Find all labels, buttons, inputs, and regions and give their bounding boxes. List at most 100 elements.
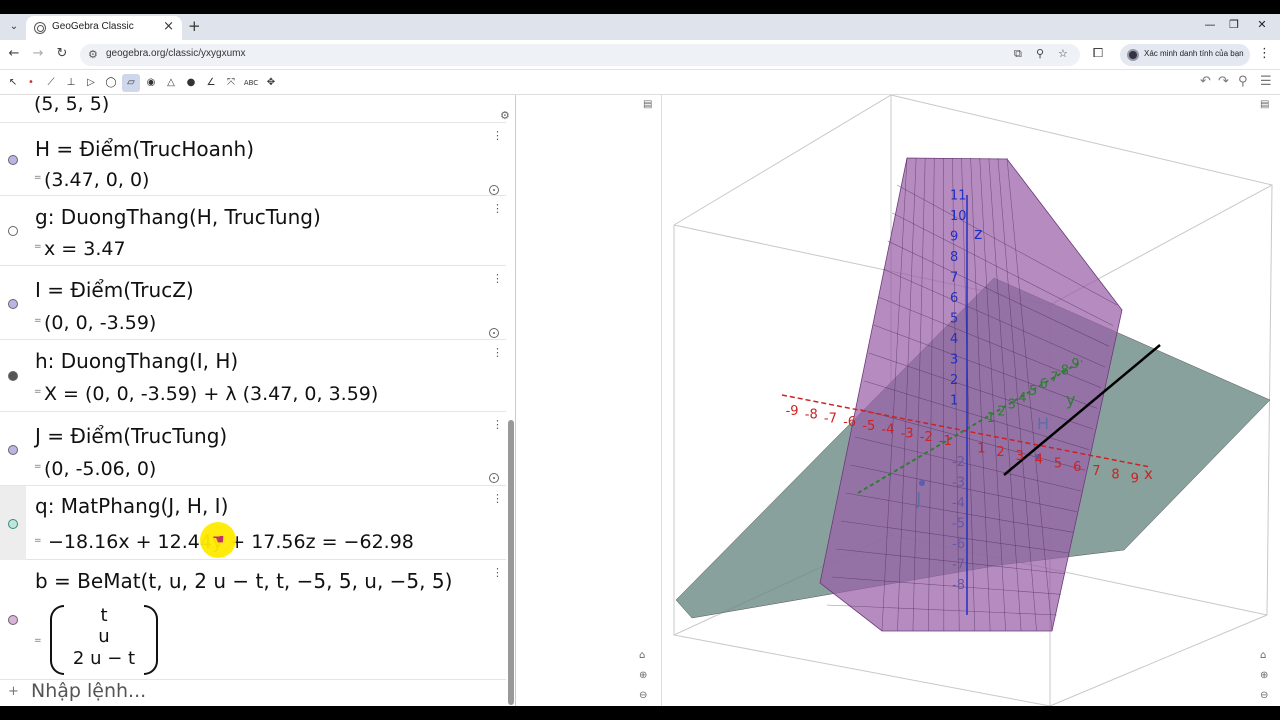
home-icon[interactable]: ⌂ <box>639 650 645 661</box>
tab-close-icon[interactable]: × <box>163 19 174 34</box>
profile-avatar-icon <box>1127 49 1139 61</box>
visibility-marble[interactable] <box>8 519 18 529</box>
undo-icon[interactable]: ↶ <box>1200 74 1211 89</box>
browser-menu-icon[interactable]: ⋮ <box>1258 46 1271 61</box>
x-tick-label: 6 <box>1073 460 1081 475</box>
algebra-item-H[interactable]: H = Điểm(TrucHoanh) = (3.47, 0, 0) ⋮ <box>0 123 506 196</box>
y-tick-label: 8 <box>1061 364 1069 379</box>
graphics3d-style-icon[interactable]: ▤ <box>1260 99 1269 110</box>
polygon-tool-icon[interactable]: ▷ <box>82 74 100 92</box>
input-bar[interactable]: + Nhập lệnh... <box>0 680 506 706</box>
z-tick-label: 6 <box>950 291 958 306</box>
value-marker: = <box>34 536 42 546</box>
pyramid-tool-icon[interactable]: △ <box>162 74 180 92</box>
x-tick-label: 1 <box>977 441 985 456</box>
add-icon[interactable]: + <box>8 684 19 699</box>
special-points-icon[interactable] <box>489 185 499 195</box>
definition-text[interactable]: J = Điểm(TrucTung) <box>35 424 227 448</box>
surface-b[interactable] <box>819 157 1123 632</box>
value-text: (0, -5.06, 0) <box>44 458 157 480</box>
algebra-item-h[interactable]: h: DuongThang(I, H) = X = (0, 0, -3.59) … <box>0 340 506 412</box>
more-options-icon[interactable]: ⋮ <box>492 566 503 579</box>
reload-icon[interactable]: ↻ <box>54 46 70 61</box>
zoom-icon[interactable]: ⚲ <box>1036 47 1044 60</box>
z-tick-label: -6 <box>952 537 965 552</box>
zoom-in-icon[interactable]: ⊕ <box>639 670 647 681</box>
more-options-icon[interactable]: ⋮ <box>492 272 503 285</box>
y-axis-label: y <box>1066 390 1075 409</box>
plane-tool-icon[interactable]: ▱ <box>122 74 140 92</box>
circle-tool-icon[interactable]: ◯ <box>102 74 120 92</box>
special-points-icon[interactable] <box>489 328 499 338</box>
perpendicular-tool-icon[interactable]: ⊥ <box>62 74 80 92</box>
extensions-icon[interactable]: ⧠ <box>1090 46 1106 61</box>
algebra-item-I[interactable]: I = Điểm(TrucZ) = (0, 0, -3.59) ⋮ <box>0 266 506 340</box>
z-tick-label: 5 <box>950 312 958 327</box>
line-tool-icon[interactable]: ⟋ <box>42 74 60 92</box>
browser-tab[interactable]: GeoGebra Classic × <box>26 16 182 40</box>
visibility-marble[interactable] <box>8 615 18 625</box>
bookmark-star-icon[interactable]: ☆ <box>1058 47 1068 60</box>
special-points-icon[interactable] <box>489 473 499 483</box>
algebra-item-b[interactable]: b = BeMat(t, u, 2 u − t, t, −5, 5, u, −5… <box>0 560 506 680</box>
back-icon[interactable]: ← <box>6 46 22 61</box>
z-tick-label: -7 <box>952 558 965 573</box>
y-tick-label: 9 <box>1071 357 1079 372</box>
sphere-tool-icon[interactable]: ● <box>182 74 200 92</box>
x-tick-label: 2 <box>996 445 1004 460</box>
url-text: geogebra.org/classic/yxygxumx <box>106 48 246 59</box>
visibility-marble[interactable] <box>8 299 18 309</box>
home-3d-icon[interactable]: ⌂ <box>1260 650 1266 661</box>
algebra-item-q[interactable]: q: MatPhang(J, H, I) = −18.16x + 12.44y … <box>0 486 506 560</box>
algebra-scrollbar[interactable] <box>508 420 514 705</box>
algebra-item-g[interactable]: g: DuongThang(H, TrucTung) = x = 3.47 ⋮ <box>0 196 506 266</box>
more-options-icon[interactable]: ⋮ <box>492 418 503 431</box>
definition-text[interactable]: h: DuongThang(I, H) <box>35 349 238 373</box>
z-tick-label: 4 <box>950 332 958 347</box>
input-placeholder[interactable]: Nhập lệnh... <box>31 680 146 702</box>
angle-tool-icon[interactable]: ∠ <box>202 74 220 92</box>
menu-icon[interactable]: ☰ <box>1260 74 1272 89</box>
point-tool-icon[interactable]: • <box>22 74 40 92</box>
graphics-view-3d[interactable]: x y z H J -9 -8 -7 -6 -5 -4 -3 -2 -1 1 2 3 4 5 6 7 8 9 1 2 3… <box>662 94 1280 706</box>
definition-text[interactable]: g: DuongThang(H, TrucTung) <box>35 205 321 229</box>
definition-text[interactable]: H = Điểm(TrucHoanh) <box>35 137 254 161</box>
view-tool-icon[interactable]: ◉ <box>142 74 160 92</box>
search-icon[interactable]: ⚲ <box>1238 74 1248 89</box>
move-tool-icon[interactable]: ↖ <box>4 74 22 92</box>
zoom-out-icon[interactable]: ⊖ <box>639 690 647 701</box>
visibility-marble[interactable] <box>8 371 18 381</box>
text-tool-icon[interactable]: ABC <box>242 74 260 92</box>
more-options-icon[interactable]: ⋮ <box>492 492 503 505</box>
redo-icon[interactable]: ↷ <box>1218 74 1229 89</box>
more-options-icon[interactable]: ⋮ <box>492 129 503 142</box>
translate-icon[interactable]: ⧉ <box>1014 47 1022 61</box>
rotate-view-tool-icon[interactable]: ✥ <box>262 74 280 92</box>
graphics-style-icon[interactable]: ▤ <box>643 99 652 110</box>
profile-chip[interactable]: Xác minh danh tính của bạn <box>1120 44 1250 66</box>
value-marker: = <box>34 316 42 326</box>
restore-icon[interactable]: ❐ <box>1224 18 1244 31</box>
visibility-marble[interactable] <box>8 445 18 455</box>
point-J[interactable] <box>919 480 925 486</box>
visibility-marble[interactable] <box>8 226 18 236</box>
window-close-icon[interactable]: ✕ <box>1252 18 1272 31</box>
site-info-icon[interactable]: ⚙ <box>88 48 98 61</box>
definition-text[interactable]: b = BeMat(t, u, 2 u − t, t, −5, 5, u, −5… <box>35 569 452 593</box>
visibility-marble[interactable] <box>8 155 18 165</box>
definition-text[interactable]: I = Điểm(TrucZ) <box>35 278 194 302</box>
forward-icon[interactable]: → <box>30 46 46 61</box>
more-options-icon[interactable]: ⋮ <box>492 202 503 215</box>
vector-row: u <box>98 626 110 647</box>
tab-search-icon[interactable]: ⌄ <box>6 19 22 35</box>
algebra-item-J[interactable]: J = Điểm(TrucTung) = (0, -5.06, 0) ⋮ <box>0 412 506 486</box>
more-options-icon[interactable]: ⋮ <box>492 346 503 359</box>
minimize-icon[interactable]: — <box>1200 18 1220 31</box>
new-tab-icon[interactable]: + <box>188 17 201 35</box>
zoom-in-3d-icon[interactable]: ⊕ <box>1260 670 1268 681</box>
definition-text[interactable]: q: MatPhang(J, H, I) <box>35 494 228 518</box>
reflect-tool-icon[interactable]: ⤧ <box>222 74 240 92</box>
address-bar[interactable]: ⚙ geogebra.org/classic/yxygxumx ⧉ ⚲ ☆ <box>80 44 1080 66</box>
graphics-view-2d[interactable]: ▤ ⌂ ⊕ ⊖ <box>517 95 662 706</box>
zoom-out-3d-icon[interactable]: ⊖ <box>1260 690 1268 701</box>
